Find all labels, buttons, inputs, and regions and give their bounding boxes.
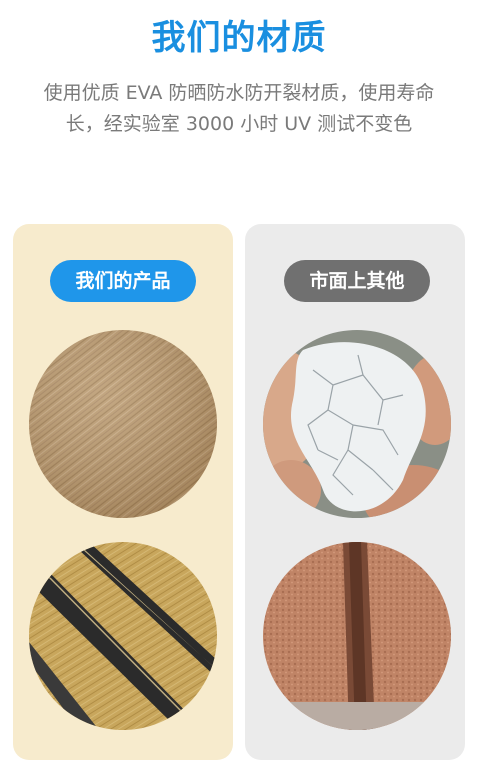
other-products-panel: 市面上其他 — [245, 224, 465, 760]
our-product-label: 我们的产品 — [50, 260, 196, 302]
material-description: 使用优质 EVA 防晒防水防开裂材质，使用寿命长，经实验室 3000 小时 UV… — [43, 82, 435, 135]
other-products-label: 市面上其他 — [284, 260, 430, 302]
our-deck-boards-image — [29, 542, 217, 730]
other-deck-texture-image — [263, 542, 451, 730]
our-product-panel: 我们的产品 — [13, 224, 233, 760]
cracked-material-image — [263, 330, 451, 518]
page-title: 我们的材质 — [151, 18, 327, 58]
our-texture-closeup-image — [29, 330, 217, 518]
